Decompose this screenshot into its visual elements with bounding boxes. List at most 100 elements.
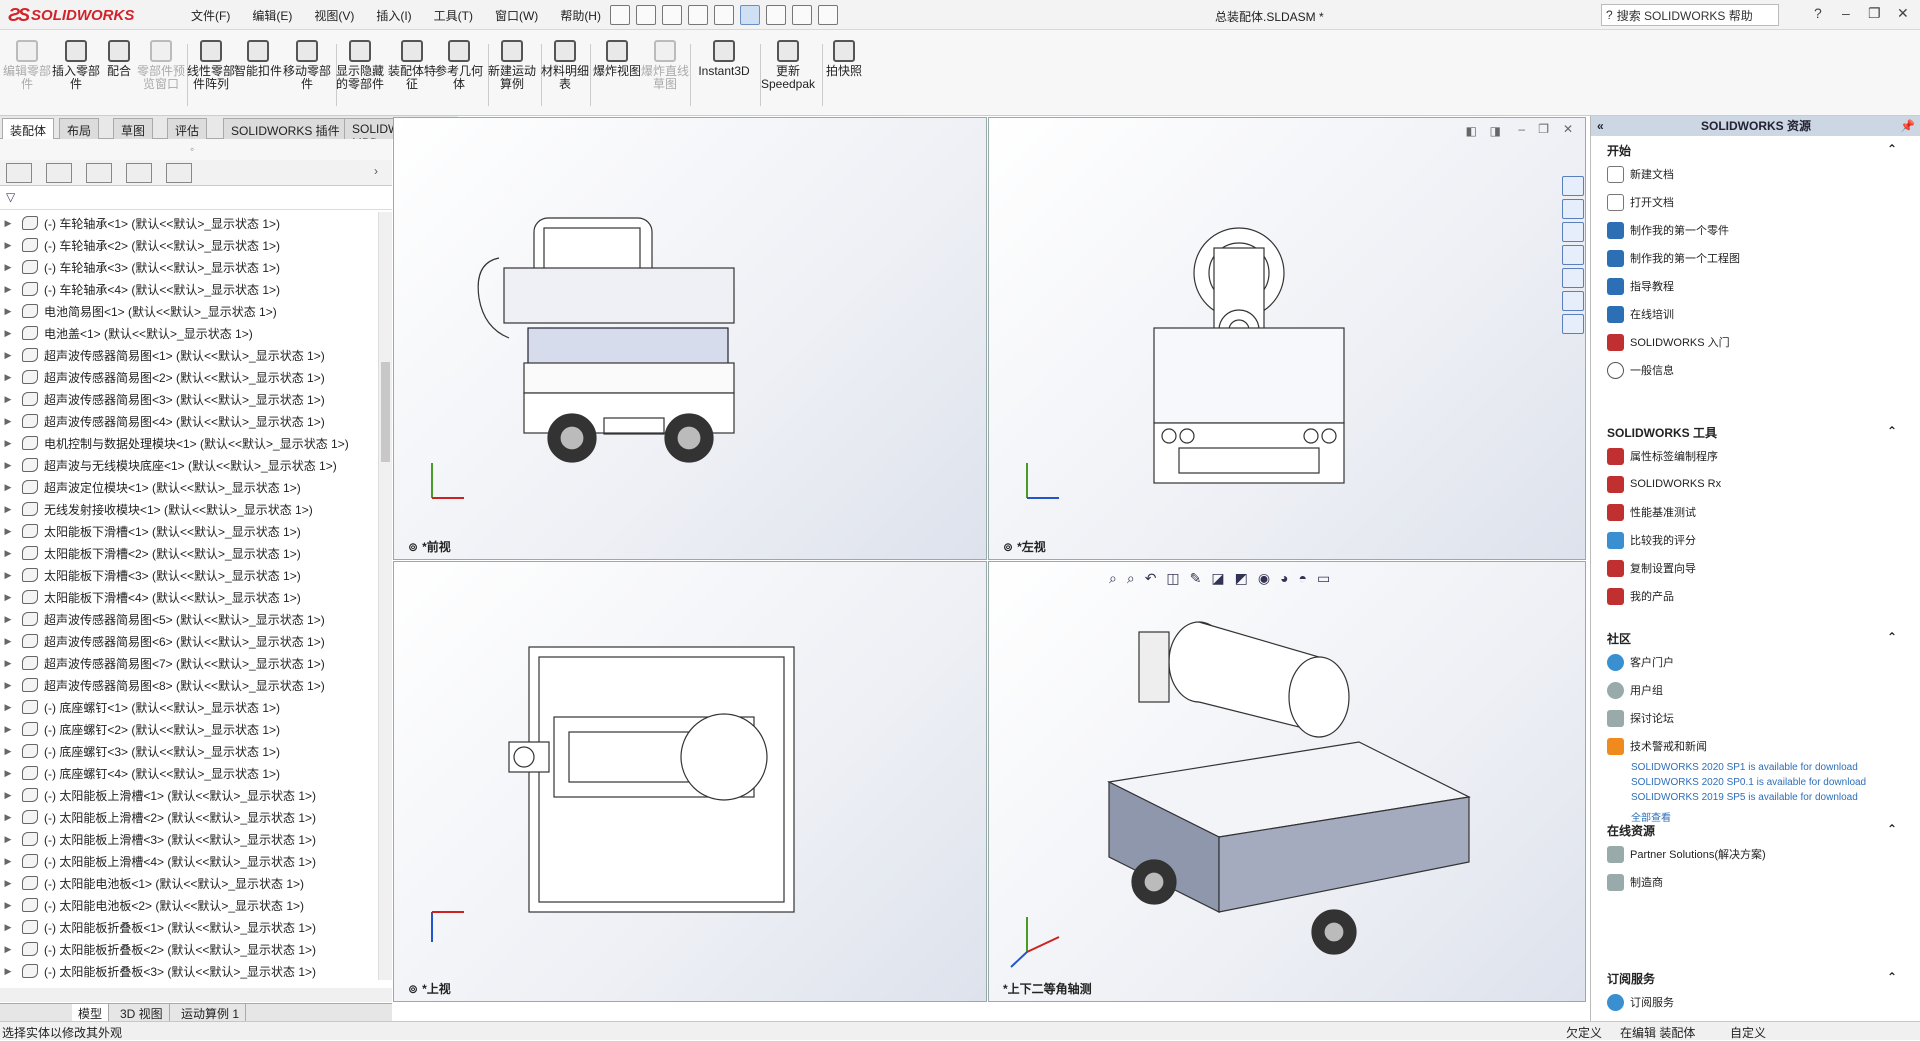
- take-snapshot-button[interactable]: 拍快照: [817, 40, 871, 78]
- viewport-close-icon[interactable]: ✕: [1563, 122, 1573, 136]
- tree-item[interactable]: ▶ 超声波传感器简易图<5> (默认<<默认>_显示状态 1>): [0, 608, 378, 630]
- display-manager-icon[interactable]: [166, 163, 192, 183]
- traffic-light-icon[interactable]: [766, 5, 786, 25]
- pin-icon[interactable]: 📌: [1900, 116, 1915, 136]
- tree-filter[interactable]: ▽: [0, 188, 392, 210]
- resource-first-drawing[interactable]: 制作我的第一个工程图: [1607, 244, 1897, 272]
- feature-tree-icon[interactable]: [6, 163, 32, 183]
- menu-help[interactable]: 帮助(H): [549, 7, 612, 24]
- view-palette-icon[interactable]: [1562, 245, 1584, 265]
- undo-icon[interactable]: [714, 5, 734, 25]
- linear-pattern-button[interactable]: 线性零部件阵列: [184, 40, 238, 91]
- tree-item[interactable]: ▶ (-) 车轮轴承<1> (默认<<默认>_显示状态 1>): [0, 212, 378, 234]
- filter-icon[interactable]: ▽: [6, 190, 15, 204]
- dimxpert-icon[interactable]: [126, 163, 152, 183]
- custom-properties-icon[interactable]: [1562, 291, 1584, 311]
- zoom-to-fit-icon[interactable]: ⌕: [1109, 570, 1117, 587]
- expand-arrow-icon[interactable]: ▶: [0, 350, 16, 361]
- expand-arrow-icon[interactable]: ▶: [0, 636, 16, 647]
- units-selector[interactable]: 自定义: [1730, 1024, 1766, 1041]
- help-search-input[interactable]: ? 搜索 SOLIDWORKS 帮助: [1601, 4, 1779, 26]
- resource-manufacturers[interactable]: 制造商: [1607, 868, 1897, 896]
- component-preview-button[interactable]: 零部件预览窗口: [134, 40, 188, 91]
- tree-item[interactable]: ▶ (-) 车轮轴承<2> (默认<<默认>_显示状态 1>): [0, 234, 378, 256]
- expand-arrow-icon[interactable]: ▶: [0, 856, 16, 867]
- tree-item[interactable]: ▶ 超声波传感器简易图<2> (默认<<默认>_显示状态 1>): [0, 366, 378, 388]
- tree-item[interactable]: ▶ 超声波传感器简易图<4> (默认<<默认>_显示状态 1>): [0, 410, 378, 432]
- collapse-section-icon[interactable]: ⌃: [1887, 142, 1897, 160]
- tree-item[interactable]: ▶ (-) 太阳能电池板<1> (默认<<默认>_显示状态 1>): [0, 872, 378, 894]
- resource-general-info[interactable]: 一般信息: [1607, 356, 1897, 384]
- zoom-to-area-icon[interactable]: ⌕: [1127, 570, 1135, 587]
- display-style-icon[interactable]: ◩: [1235, 570, 1248, 587]
- tree-item[interactable]: ▶ 无线发射接收模块<1> (默认<<默认>_显示状态 1>): [0, 498, 378, 520]
- tree-scrollbar[interactable]: [378, 212, 392, 980]
- expand-arrow-icon[interactable]: ▶: [0, 900, 16, 911]
- tree-item[interactable]: ▶ 电池简易图<1> (默认<<默认>_显示状态 1>): [0, 300, 378, 322]
- reference-geometry-button[interactable]: 参考几何体: [432, 40, 486, 91]
- appearances-icon[interactable]: [1562, 268, 1584, 288]
- resource-tutorials[interactable]: 指导教程: [1607, 272, 1897, 300]
- forum-icon[interactable]: [1562, 314, 1584, 334]
- tab-sketch[interactable]: 草图: [113, 118, 154, 139]
- expand-arrow-icon[interactable]: ▶: [0, 460, 16, 471]
- tab-layout[interactable]: 布局: [59, 118, 100, 139]
- tree-item[interactable]: ▶ (-) 太阳能板上滑槽<1> (默认<<默认>_显示状态 1>): [0, 784, 378, 806]
- new-motion-study-button[interactable]: 新建运动算例: [485, 40, 539, 91]
- resource-tech-alerts[interactable]: 技术警戒和新闻: [1607, 732, 1897, 760]
- resource-getting-started[interactable]: SOLIDWORKS 入门: [1607, 328, 1897, 356]
- news-link[interactable]: SOLIDWORKS 2020 SP1 is available for dow…: [1631, 760, 1897, 775]
- expand-arrow-icon[interactable]: ▶: [0, 658, 16, 669]
- tree-horizontal-scrollbar[interactable]: [0, 988, 392, 1002]
- tree-item[interactable]: ▶ 超声波传感器简易图<3> (默认<<默认>_显示状态 1>): [0, 388, 378, 410]
- collapse-section-icon[interactable]: ⌃: [1887, 970, 1897, 988]
- apply-scene-icon[interactable]: ◓: [1299, 570, 1307, 587]
- tree-item[interactable]: ▶ 超声波定位模块<1> (默认<<默认>_显示状态 1>): [0, 476, 378, 498]
- tree-item[interactable]: ▶ 太阳能板下滑槽<2> (默认<<默认>_显示状态 1>): [0, 542, 378, 564]
- open-folder-icon[interactable]: [636, 5, 656, 25]
- expand-arrow-icon[interactable]: ▶: [0, 878, 16, 889]
- resource-partner-solutions[interactable]: Partner Solutions(解决方案): [1607, 840, 1897, 868]
- expand-arrow-icon[interactable]: ▶: [0, 526, 16, 537]
- explode-line-sketch-button[interactable]: 爆炸直线草图: [638, 40, 692, 91]
- resource-forum[interactable]: 探讨论坛: [1607, 704, 1897, 732]
- design-library-icon[interactable]: [1562, 199, 1584, 219]
- expand-arrow-icon[interactable]: ▶: [0, 438, 16, 449]
- tree-item[interactable]: ▶ 超声波传感器简易图<8> (默认<<默认>_显示状态 1>): [0, 674, 378, 696]
- tree-item[interactable]: ▶ 超声波传感器简易图<7> (默认<<默认>_显示状态 1>): [0, 652, 378, 674]
- hide-show-items-icon[interactable]: ◉: [1258, 570, 1270, 587]
- expand-arrow-icon[interactable]: ▶: [0, 768, 16, 779]
- resource-copy-settings[interactable]: 复制设置向导: [1607, 554, 1897, 582]
- close-button[interactable]: ✕: [1897, 5, 1909, 22]
- tree-item[interactable]: ▶ 超声波传感器简易图<1> (默认<<默认>_显示状态 1>): [0, 344, 378, 366]
- move-component-button[interactable]: 移动零部件: [280, 40, 334, 91]
- expand-arrow-icon[interactable]: ▶: [0, 966, 16, 977]
- expand-arrow-icon[interactable]: ▶: [0, 746, 16, 757]
- menu-edit[interactable]: 编辑(E): [241, 7, 303, 24]
- expand-arrow-icon[interactable]: ▶: [0, 548, 16, 559]
- select-cursor-icon[interactable]: [740, 5, 760, 25]
- collapse-handle-icon[interactable]: ◦: [190, 142, 194, 156]
- tree-item[interactable]: ▶ (-) 太阳能板折叠板<3> (默认<<默认>_显示状态 1>): [0, 960, 378, 980]
- property-manager-icon[interactable]: [46, 163, 72, 183]
- tree-item[interactable]: ▶ 太阳能板下滑槽<1> (默认<<默认>_显示状态 1>): [0, 520, 378, 542]
- expand-arrow-icon[interactable]: ▶: [0, 592, 16, 603]
- viewport-maximize-icon[interactable]: ❐: [1538, 122, 1549, 136]
- collapse-pane-icon[interactable]: «: [1597, 116, 1604, 136]
- print-icon[interactable]: [688, 5, 708, 25]
- expand-arrow-icon[interactable]: ▶: [0, 812, 16, 823]
- expand-arrow-icon[interactable]: ▶: [0, 482, 16, 493]
- viewport-left[interactable]: ⊚ *左视 ◧ ◨ – ❐ ✕: [988, 117, 1586, 560]
- dynamic-annotation-icon[interactable]: ✎: [1190, 570, 1202, 587]
- viewport-top[interactable]: ⊚ *上视: [393, 561, 987, 1002]
- home-icon[interactable]: [1562, 176, 1584, 196]
- tab-assembly[interactable]: 装配体: [2, 118, 55, 139]
- tree-item[interactable]: ▶ 电机控制与数据处理模块<1> (默认<<默认>_显示状态 1>): [0, 432, 378, 454]
- expand-arrow-icon[interactable]: ▶: [0, 790, 16, 801]
- tree-item[interactable]: ▶ (-) 底座螺钉<1> (默认<<默认>_显示状态 1>): [0, 696, 378, 718]
- news-link[interactable]: SOLIDWORKS 2019 SP5 is available for dow…: [1631, 790, 1897, 805]
- resource-online-training[interactable]: 在线培训: [1607, 300, 1897, 328]
- tab-motion-study[interactable]: 运动算例 1: [175, 1004, 247, 1021]
- resource-subscription[interactable]: 订阅服务: [1607, 988, 1897, 1016]
- resource-customer-portal[interactable]: 客户门户: [1607, 648, 1897, 676]
